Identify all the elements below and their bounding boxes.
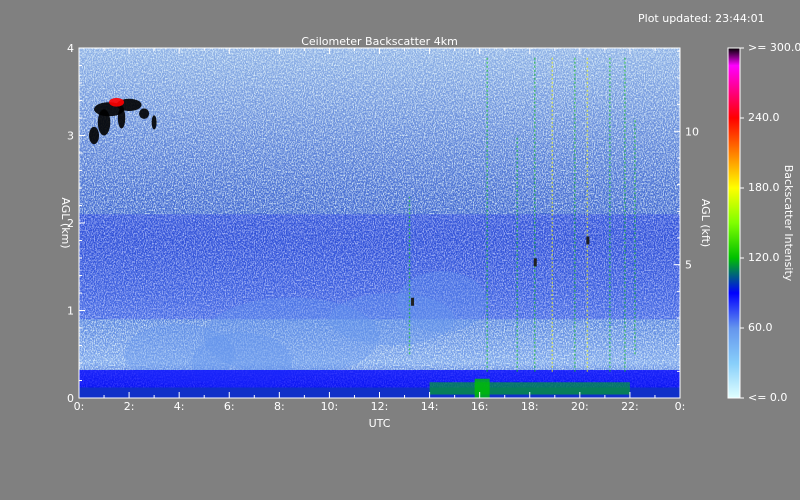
y-left-tick-label: 4 <box>67 42 74 55</box>
y-left-tick-label: 3 <box>67 130 74 143</box>
chart-title: Ceilometer Backscatter 4km <box>301 35 458 48</box>
colorbar-tick-label: 180.0 <box>748 181 780 194</box>
ceilometer-chart: Ceilometer Backscatter 4km 0: 2: 4: 6: 8: 10:… <box>59 35 800 430</box>
x-tick-label: 10: <box>321 400 339 413</box>
x-tick-label: 18: <box>521 400 539 413</box>
x-tick-label: 6: <box>224 400 235 413</box>
x-tick-label: 16: <box>471 400 489 413</box>
colorbar-tick-label: >= 300.0 <box>748 41 800 54</box>
y-axis-left-label: AGL (km) <box>59 197 72 248</box>
colorbar-tick-label: 120.0 <box>748 251 780 264</box>
x-tick-label: 22: <box>621 400 639 413</box>
y-axis-right-label: AGL (kft) <box>699 199 712 247</box>
x-tick-label: 0: <box>675 400 686 413</box>
colorbar-tick-label: 60.0 <box>748 321 773 334</box>
x-tick-label: 8: <box>274 400 285 413</box>
y-right-tick-label: 5 <box>685 259 692 272</box>
colorbar-tick-label: 240.0 <box>748 111 780 124</box>
x-axis-label: UTC <box>369 417 391 430</box>
y-right-tick-label: 10 <box>685 125 699 138</box>
colorbar-gradient <box>727 47 741 399</box>
y-left-tick-label: 0 <box>67 392 74 405</box>
colorbar-tick-label: <= 0.0 <box>748 391 787 404</box>
colorbar-label: Backscatter Intensity <box>782 165 795 282</box>
x-tick-label: 20: <box>571 400 589 413</box>
x-tick-label: 0: <box>74 400 85 413</box>
y-left-tick-label: 1 <box>67 305 74 318</box>
plot-area <box>78 47 681 399</box>
x-tick-label: 4: <box>174 400 185 413</box>
x-tick-label: 14: <box>421 400 439 413</box>
x-tick-label: 12: <box>371 400 389 413</box>
x-tick-label: 2: <box>124 400 135 413</box>
